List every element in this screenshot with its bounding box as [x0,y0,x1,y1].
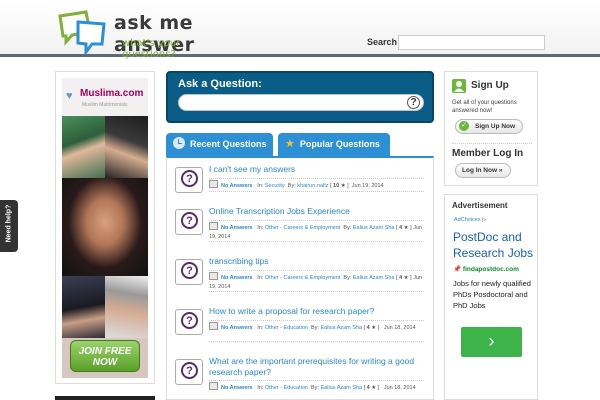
ad-headline[interactable]: PostDoc and Research Jobs [453,229,537,261]
question-meta: No Answers In: Other - Careers & Employm… [209,272,429,292]
site-logo[interactable]: ask me answer what's your questions? [56,10,231,60]
question-author[interactable]: Ealius Azam Sha [321,385,363,391]
author-points: 4 [366,325,370,331]
chevron-right-icon: › [488,331,495,351]
ask-question-box: Ask a Question: ? [166,71,434,123]
question-icon[interactable]: ? [175,359,203,385]
author-points: 4 [399,275,403,281]
ad-photo-1 [62,116,105,178]
answers-icon [209,222,218,230]
ad-photo-5 [105,276,148,338]
signup-title: Sign Up [471,80,509,91]
answer-count[interactable]: No Answers [221,275,253,281]
member-box: Sign Up Get all of your questions answer… [444,71,538,186]
advertisement-box: Advertisement AdChoices ▷ PostDoc and Re… [444,194,538,400]
answer-count[interactable]: No Answers [221,225,253,231]
star-icon: ★ [371,325,377,331]
question-category[interactable]: Security [265,183,285,189]
ad-brand: Muslima.com [80,88,144,99]
question-icon[interactable]: ? [175,259,203,285]
ad-body: Jobs for newly qualified PhDs Posdoctora… [453,279,531,310]
question-mark-icon[interactable]: ? [407,96,420,109]
ad-header: ♥ Muslima.com Muslim Matrimonials [62,78,148,116]
star-icon: ★ [371,385,377,391]
author-points: 4 [399,225,403,231]
login-button[interactable]: Log In Now » [455,163,511,178]
question-date: Jun 18, 2014 [383,385,416,391]
answers-icon [209,180,218,188]
question-date: Jun 19, 2014 [351,183,384,189]
answer-count[interactable]: No Answers [221,183,253,189]
star-icon: ★ [403,275,409,281]
ask-question-input[interactable]: ? [178,94,424,111]
question-icon[interactable]: ? [175,167,203,193]
tab-popular-label: Popular Questions [299,139,380,149]
left-ad-bottom-bar [55,396,155,400]
answer-count[interactable]: No Answers [221,325,253,331]
signup-button[interactable]: ✓ Sign Up Now [455,119,523,134]
answers-icon [209,382,218,390]
question-category[interactable]: Other - Careers & Employment [265,225,341,231]
question-title[interactable]: Online Transcription Jobs Experience [209,206,424,217]
question-author[interactable]: Ealius Azam Sha [353,275,395,281]
question-list: ? I can't see my answers No Answers In: … [166,156,434,400]
answer-count[interactable]: No Answers [221,385,253,391]
adchoices-label: AdChoices [454,217,481,223]
question-category[interactable]: Other - Education [265,325,308,331]
site-header: ask me answer what's your questions? Sea… [0,0,600,60]
pin-icon: 📌 [453,266,462,273]
advertisement-title: Advertisement [452,201,508,210]
question-title[interactable]: How to write a proposal for research pap… [209,306,424,317]
question-category[interactable]: Other - Education [265,385,308,391]
logo-tagline: what's your questions? [122,38,181,60]
answers-icon [209,322,218,330]
adchoices-link[interactable]: AdChoices ▷ [454,217,486,223]
question-icon[interactable]: ? [175,309,203,335]
question-title[interactable]: What are the important prerequisites for… [209,356,424,378]
left-advertisement[interactable]: ♥ Muslima.com Muslim Matrimonials JOIN F… [55,71,155,384]
question-meta: No Answers In: Security By: khairun.nafi… [209,180,429,191]
ad-photo-3 [62,178,148,276]
ask-question-title: Ask a Question: [178,78,262,90]
check-icon: ✓ [459,121,469,131]
tab-recent-label: Recent Questions [190,139,267,149]
question-author[interactable]: Ealius Azam Sha [321,325,363,331]
question-meta: No Answers In: Other - Education By: Eal… [209,382,429,393]
login-title: Member Log In [452,148,524,159]
author-points: 10 [333,183,340,189]
question-icon[interactable]: ? [175,209,203,235]
clock-icon [173,137,185,149]
star-icon: ★ [285,138,295,150]
ad-photo-4 [62,276,105,338]
ad-sub: Muslim Matrimonials [82,102,128,108]
answers-icon [209,272,218,280]
author-points: 4 [366,385,370,391]
search-input[interactable] [398,35,545,50]
signup-description: Get all of your questions answered now! [452,100,517,114]
heart-icon: ♥ [66,90,73,102]
search-label: Search [367,37,398,47]
speech-bubbles-icon [58,10,106,54]
ad-go-button[interactable]: › [461,327,522,357]
question-category[interactable]: Other - Careers & Employment [265,275,341,281]
question-meta: No Answers In: Other - Education By: Eal… [209,322,429,333]
question-title[interactable]: transcribing tips [209,256,424,267]
ad-photo-2 [105,116,148,178]
question-author[interactable]: Ealius Azam Sha [353,225,395,231]
signup-button-label: Sign Up Now [475,123,516,130]
question-date: Jun 18, 2014 [383,325,416,331]
question-author[interactable]: khairun.nafiz [297,183,328,189]
star-icon: ★ [403,225,409,231]
ad-banner[interactable]: ♥ Muslima.com Muslim Matrimonials JOIN F… [62,78,148,378]
ad-url[interactable]: 📌 findapostdoc.com [453,265,519,273]
question-title[interactable]: I can't see my answers [209,164,424,175]
tab-recent-questions[interactable]: Recent Questions [166,133,273,156]
need-help-tab[interactable]: Need help? [0,200,18,252]
need-help-label: Need help? [5,204,13,243]
join-free-button[interactable]: JOIN FREE NOW [70,340,140,372]
question-meta: No Answers In: Other - Careers & Employm… [209,222,429,242]
user-icon [452,79,466,93]
tab-popular-questions[interactable]: ★ Popular Questions [278,133,390,156]
star-icon: ★ [340,183,346,189]
